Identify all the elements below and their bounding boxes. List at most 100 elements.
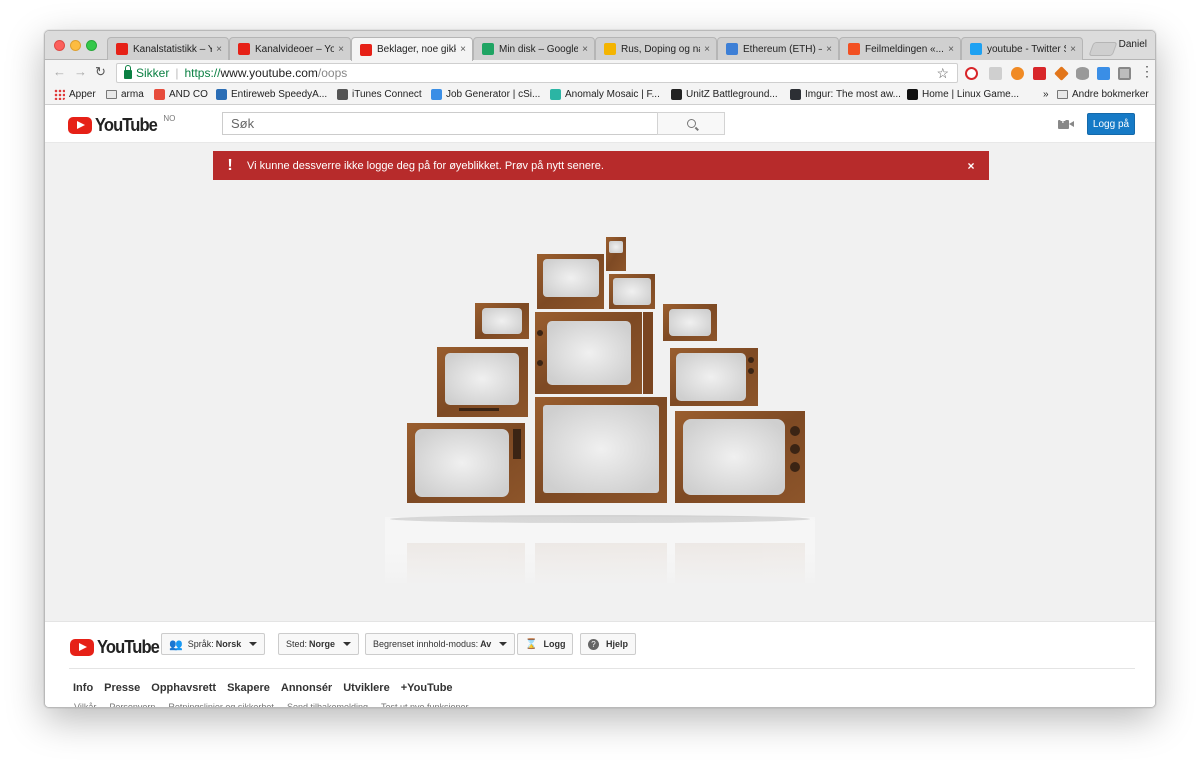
- youtube-play-icon: [70, 639, 94, 656]
- footer-link[interactable]: Utviklere: [343, 682, 389, 694]
- location-value: Norge: [309, 639, 336, 649]
- language-people-icon: 👥: [169, 638, 183, 651]
- browser-tab[interactable]: Feilmeldingen «...» ×: [839, 37, 961, 60]
- history-label: Logg: [543, 639, 566, 649]
- browser-tab[interactable]: Min disk – Google Disk×: [473, 37, 595, 60]
- language-button[interactable]: 👥 Språk: Norsk: [161, 633, 266, 655]
- search-button[interactable]: [657, 112, 725, 135]
- close-window-button[interactable]: [54, 40, 65, 51]
- bookmark-item[interactable]: iTunes Connect: [337, 89, 422, 100]
- browser-tab[interactable]: Rus, Doping og narkotika ×: [595, 37, 717, 60]
- bookmark-item[interactable]: Anomaly Mosaic | F...: [550, 89, 660, 100]
- chevron-down-icon: [249, 642, 258, 646]
- bookmark-label: arma: [121, 89, 144, 100]
- search-input[interactable]: Søk: [222, 112, 658, 135]
- tab-title: Beklager, noe gikk galt: [377, 44, 456, 55]
- alert-exclamation-icon: !: [227, 156, 233, 174]
- history-button[interactable]: ⌛ Logg: [517, 633, 574, 655]
- database-icon[interactable]: [1076, 67, 1089, 80]
- menu-dots-icon[interactable]: ⋮: [1140, 64, 1154, 78]
- bookmark-label: UnitZ Battleground...: [686, 89, 778, 100]
- tab-title: Rus, Doping og narkotika: [621, 43, 700, 55]
- browser-tab[interactable]: youtube - Twitter Search ×: [961, 37, 1083, 60]
- search-icon: [686, 119, 696, 128]
- footer-youtube-logo[interactable]: YouTube: [70, 637, 164, 658]
- other-bookmarks[interactable]: Andre bokmerker: [1057, 89, 1149, 100]
- tab-favicon-icon: [604, 43, 616, 55]
- youtube-logo[interactable]: YouTube NO: [68, 114, 175, 136]
- bookmark-item[interactable]: arma: [106, 89, 144, 100]
- upload-icon[interactable]: [1058, 116, 1074, 129]
- tab-close-icon[interactable]: ×: [1070, 44, 1076, 55]
- bookmark-item[interactable]: Imgur: The most aw...: [790, 89, 901, 100]
- footer-sublink[interactable]: Vilkår: [74, 702, 96, 707]
- browser-tab[interactable]: Kanalvideoer – YouTube ×: [229, 37, 351, 60]
- help-icon: ?: [588, 638, 599, 650]
- tab-close-icon[interactable]: ×: [826, 44, 832, 55]
- footer-link[interactable]: +YouTube: [401, 682, 453, 694]
- footer-link[interactable]: Info: [73, 682, 93, 694]
- extension-icon-2[interactable]: [1011, 67, 1024, 80]
- minimize-window-button[interactable]: [70, 40, 81, 51]
- tab-favicon-icon: [970, 43, 982, 55]
- footer-link[interactable]: Opphavsrett: [151, 682, 216, 694]
- footer-sublink[interactable]: Send tilbakemelding: [287, 702, 368, 707]
- cloud-icon: [431, 89, 442, 100]
- bookmark-star-icon[interactable]: ☆: [936, 65, 949, 82]
- browser-tab[interactable]: Beklager, noe gikk galt ×: [351, 37, 473, 61]
- zoom-window-button[interactable]: [86, 40, 97, 51]
- metamask-icon[interactable]: [1054, 66, 1069, 81]
- bookmark-label: Job Generator | cSi...: [446, 89, 541, 100]
- tab-favicon-icon: [116, 43, 128, 55]
- browser-tab[interactable]: Ethereum (ETH) – Price ×: [717, 37, 839, 60]
- tab-close-icon[interactable]: ×: [948, 44, 954, 55]
- new-tab-button[interactable]: [1088, 42, 1118, 56]
- tab-close-icon[interactable]: ×: [338, 44, 344, 55]
- url-scheme: https://: [184, 66, 221, 80]
- extension-icon-4[interactable]: [1097, 67, 1110, 80]
- restricted-mode-button[interactable]: Begrenset innhold-modus: Av: [365, 633, 516, 655]
- login-button[interactable]: Logg på: [1087, 113, 1135, 135]
- back-arrow-icon[interactable]: ←: [53, 65, 66, 79]
- bookmark-item[interactable]: Home | Linux Game...: [907, 89, 1019, 100]
- address-bar[interactable]: Sikker | https:// www.youtube.com /oops …: [116, 63, 958, 83]
- bookmark-item[interactable]: Job Generator | cSi...: [431, 89, 540, 100]
- extension-icon-1[interactable]: [989, 67, 1002, 80]
- folder-icon: [1057, 90, 1068, 99]
- bookmark-item[interactable]: AND CO: [154, 89, 208, 100]
- footer-link[interactable]: Skapere: [227, 682, 270, 694]
- footer-link[interactable]: Presse: [104, 682, 140, 694]
- tab-close-icon[interactable]: ×: [582, 44, 588, 55]
- bookmark-label: Apper: [69, 89, 96, 100]
- forward-arrow-icon[interactable]: →: [74, 65, 87, 79]
- help-button[interactable]: ? Hjelp: [580, 633, 637, 655]
- bookmarks-more-chevron[interactable]: »: [1043, 89, 1049, 100]
- alert-close-icon[interactable]: ×: [953, 159, 989, 173]
- youtube-play-icon: [68, 117, 92, 134]
- footer-link[interactable]: Annonsér: [281, 682, 332, 694]
- bookmark-item[interactable]: Entireweb SpeedyA...: [216, 89, 327, 100]
- tab-close-icon[interactable]: ×: [704, 44, 710, 55]
- bookmark-item[interactable]: UnitZ Battleground...: [671, 89, 778, 100]
- extension-icon-5[interactable]: [1118, 67, 1131, 80]
- location-button[interactable]: Sted: Norge: [278, 633, 360, 655]
- footer-links: Info Presse Opphavsrett Skapere Annonsér Utvi…: [73, 682, 453, 694]
- browser-tab[interactable]: Kanalstatistikk – YouTube ×: [107, 37, 229, 60]
- youtube-wordmark: YouTube: [95, 115, 158, 135]
- language-value: Norsk: [215, 639, 242, 649]
- extension-icon-3[interactable]: [1033, 67, 1046, 80]
- chevron-down-icon: [499, 642, 508, 646]
- tab-close-icon[interactable]: ×: [460, 44, 466, 55]
- tab-close-icon[interactable]: ×: [216, 44, 222, 55]
- bookmark-item[interactable]: Apper: [54, 89, 96, 100]
- profile-name[interactable]: Daniel: [1119, 39, 1147, 50]
- footer-sublink[interactable]: Test ut nye funksjoner: [381, 702, 469, 707]
- apps-grid-icon: [54, 89, 65, 100]
- footer-sublink[interactable]: Personvern: [109, 702, 155, 707]
- bookmark-label: AND CO: [169, 89, 208, 100]
- footer-sublink[interactable]: Retningslinjer og sikkerhet: [168, 702, 274, 707]
- fb-icon: [550, 89, 561, 100]
- opera-extension-icon[interactable]: [965, 67, 978, 80]
- tab-favicon-icon: [238, 43, 250, 55]
- reload-icon[interactable]: ↻: [95, 65, 106, 79]
